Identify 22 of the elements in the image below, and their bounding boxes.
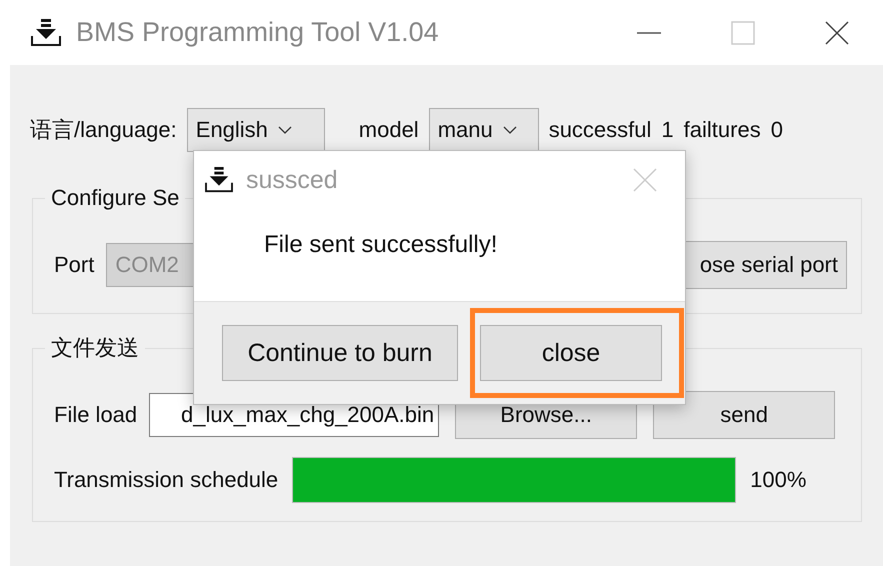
progress-reading: 100% (750, 467, 806, 493)
dialog-button[interactable]: close (480, 325, 662, 381)
progress-label: Transmission schedule (54, 467, 278, 493)
language-label: 语言/language: (30, 116, 177, 144)
model-dropdown[interactable]: manu (428, 108, 539, 152)
successful-count: 1 (661, 117, 674, 143)
group-title: 文件发送 (45, 335, 145, 361)
successful-label: successful (548, 117, 652, 143)
file-load-label: File load (54, 402, 138, 428)
window-title: BMS Programming Tool V1.04 (76, 17, 439, 48)
model-label: model (358, 117, 419, 143)
download-icon (204, 167, 234, 193)
dialog-button[interactable]: Continue to burn (222, 325, 458, 381)
close-icon[interactable] (825, 20, 849, 44)
failures-label: failtures (684, 117, 761, 143)
download-icon (30, 18, 62, 46)
port-label: Port (54, 252, 94, 278)
failures-count: 0 (770, 117, 783, 143)
dialog-message: File sent successfully! (264, 231, 498, 258)
dialog-title: sussced (246, 166, 338, 194)
send-button[interactable]: send (653, 391, 836, 439)
language-dropdown[interactable]: English (186, 108, 325, 152)
